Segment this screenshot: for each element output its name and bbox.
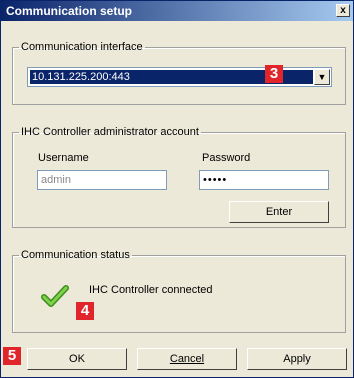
- close-button[interactable]: x: [336, 4, 350, 17]
- ok-button[interactable]: OK: [27, 348, 127, 370]
- status-text: IHC Controller connected: [89, 284, 213, 296]
- apply-button[interactable]: Apply: [247, 348, 347, 370]
- communication-interface-legend: Communication interface: [21, 41, 143, 53]
- title-bar[interactable]: Communication setup x: [1, 1, 353, 21]
- chevron-down-icon[interactable]: ▼: [314, 69, 330, 85]
- username-label: Username: [38, 152, 89, 164]
- callout-badge-3: 3: [265, 65, 283, 83]
- cancel-button[interactable]: Cancel: [137, 348, 237, 370]
- password-label: Password: [202, 152, 251, 164]
- enter-button[interactable]: Enter: [229, 201, 329, 223]
- dialog-window: Communication setup x Communication inte…: [0, 0, 354, 378]
- interface-select[interactable]: 10.131.225.200:443 ▼: [27, 67, 332, 87]
- administrator-account-legend: IHC Controller administrator account: [21, 126, 199, 138]
- username-field[interactable]: admin: [37, 170, 167, 190]
- check-icon: [41, 285, 69, 307]
- communication-status-legend: Communication status: [21, 249, 130, 261]
- cancel-button-label: Cancel: [169, 353, 205, 365]
- window-title: Communication setup: [6, 4, 133, 18]
- callout-badge-4: 4: [76, 302, 94, 320]
- password-field[interactable]: •••••: [199, 170, 329, 190]
- callout-badge-5: 5: [3, 347, 21, 365]
